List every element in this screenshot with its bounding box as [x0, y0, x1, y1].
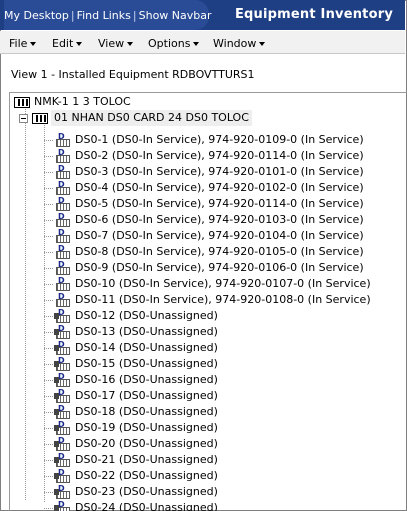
tree-connector — [44, 396, 53, 397]
menu-window[interactable]: Window — [213, 37, 266, 50]
tree-channel-label: DS0-21 (DS0-Unassigned) — [75, 453, 218, 466]
tree-channel-label: DS0-12 (DS0-Unassigned) — [75, 309, 218, 322]
menu-window-label: Window — [213, 37, 257, 50]
collapse-icon[interactable] — [19, 114, 28, 123]
tree-connector — [44, 364, 53, 365]
tree-channel-label: DS0-1 (DS0-In Service), 974-920-0109-0 (… — [75, 133, 364, 146]
chevron-down-icon — [30, 42, 37, 46]
tree-channel-label: DS0-11 (DS0-In Service), 974-920-0108-0 … — [75, 293, 371, 306]
menu-file-label: File — [9, 37, 28, 50]
chevron-down-icon — [259, 42, 266, 46]
menu-view-label: View — [98, 37, 125, 50]
tree-channel-label: DS0-8 (DS0-In Service), 974-920-0105-0 (… — [75, 245, 364, 258]
tree-channel-label: DS0-6 (DS0-In Service), 974-920-0103-0 (… — [75, 213, 364, 226]
tree-channel-label: DS0-24 (DS0-Unassigned) — [75, 501, 218, 511]
tree-channel-label: DS0-15 (DS0-Unassigned) — [75, 357, 218, 370]
chevron-down-icon — [127, 42, 134, 46]
tree-connector — [44, 316, 53, 317]
menu-file[interactable]: File — [9, 37, 37, 50]
tree-connector — [44, 268, 53, 269]
tree-connector — [44, 508, 53, 509]
tree-connector — [44, 332, 53, 333]
view-title: View 1 - Installed Equipment RDBOVTTURS1 — [11, 68, 255, 81]
tree-connector — [44, 348, 53, 349]
menu-edit-label: Edit — [52, 37, 74, 50]
chevron-down-icon — [76, 42, 83, 46]
tree-connector — [44, 476, 53, 477]
menu-options-label: Options — [148, 37, 191, 50]
tree-connector — [44, 140, 53, 141]
tree-connector — [44, 492, 53, 493]
tree-connector — [44, 236, 53, 237]
chevron-down-icon — [193, 42, 200, 46]
tree-connector — [44, 460, 53, 461]
my-desktop-link[interactable]: My Desktop — [4, 9, 69, 22]
tree-connector — [44, 412, 53, 413]
quick-links-row: My Desktop | Find Links | Show Navbar — [4, 9, 212, 22]
tree-root-label: NMK-1 1 3 TOLOC — [34, 95, 131, 108]
show-navbar-link[interactable]: Show Navbar — [139, 9, 212, 22]
tree-connector — [44, 284, 53, 285]
tree-channel-label: DS0-14 (DS0-Unassigned) — [75, 341, 218, 354]
tree-connector — [44, 220, 53, 221]
tree-channel-label: DS0-19 (DS0-Unassigned) — [75, 421, 218, 434]
tree-connector — [44, 172, 53, 173]
app-title: Equipment Inventory — [234, 7, 393, 22]
tree-channel-label: DS0-13 (DS0-Unassigned) — [75, 325, 218, 338]
tree-channel-label: DS0-10 (DS0-In Service), 974-920-0107-0 … — [75, 277, 371, 290]
tree-channel-label: DS0-4 (DS0-In Service), 974-920-0102-0 (… — [75, 181, 364, 194]
tree-connector — [44, 444, 53, 445]
tree-channel-label: DS0-20 (DS0-Unassigned) — [75, 437, 218, 450]
tree-channel-label: DS0-5 (DS0-In Service), 974-920-0114-0 (… — [75, 197, 364, 210]
menu-options[interactable]: Options — [148, 37, 200, 50]
link-separator: | — [70, 9, 75, 22]
tree-card-label: 01 NHAN DS0 CARD 24 DS0 TOLOC — [51, 110, 252, 126]
tree-channel-label: DS0-3 (DS0-In Service), 974-920-0101-0 (… — [75, 165, 364, 178]
tree-channel-label: DS0-2 (DS0-In Service), 974-920-0114-0 (… — [75, 149, 364, 162]
tree-connector — [44, 252, 53, 253]
tree-channel-label: DS0-18 (DS0-Unassigned) — [75, 405, 218, 418]
top-bar: My Desktop | Find Links | Show Navbar Equipm… — [0, 0, 405, 30]
link-separator: | — [132, 9, 137, 22]
tree-connector — [44, 188, 53, 189]
tree-channel-label: DS0-7 (DS0-In Service), 974-920-0104-0 (… — [75, 229, 364, 242]
tree-channel-label: DS0-23 (DS0-Unassigned) — [75, 485, 218, 498]
shelf-icon — [14, 97, 30, 108]
tree-connector — [44, 428, 53, 429]
tree-channel-label: DS0-16 (DS0-Unassigned) — [75, 373, 218, 386]
tree-connector — [44, 156, 53, 157]
menu-bar: File Edit View Options Window — [0, 31, 405, 54]
tree-channel-label: DS0-17 (DS0-Unassigned) — [75, 389, 218, 402]
ds0-unassigned-icon: D — [54, 500, 72, 511]
tree-connector — [44, 204, 53, 205]
tree-channel-label: DS0-22 (DS0-Unassigned) — [75, 469, 218, 482]
tree-connector — [25, 104, 26, 500]
tree-connector — [44, 300, 53, 301]
card-icon — [32, 113, 48, 124]
find-links-link[interactable]: Find Links — [77, 9, 131, 22]
quick-links: My Desktop | Find Links | Show Navbar — [4, 0, 212, 30]
menu-view[interactable]: View — [98, 37, 134, 50]
tree-channel-label: DS0-9 (DS0-In Service), 974-920-0106-0 (… — [75, 261, 364, 274]
menu-edit[interactable]: Edit — [52, 37, 83, 50]
tree-connector — [44, 380, 53, 381]
